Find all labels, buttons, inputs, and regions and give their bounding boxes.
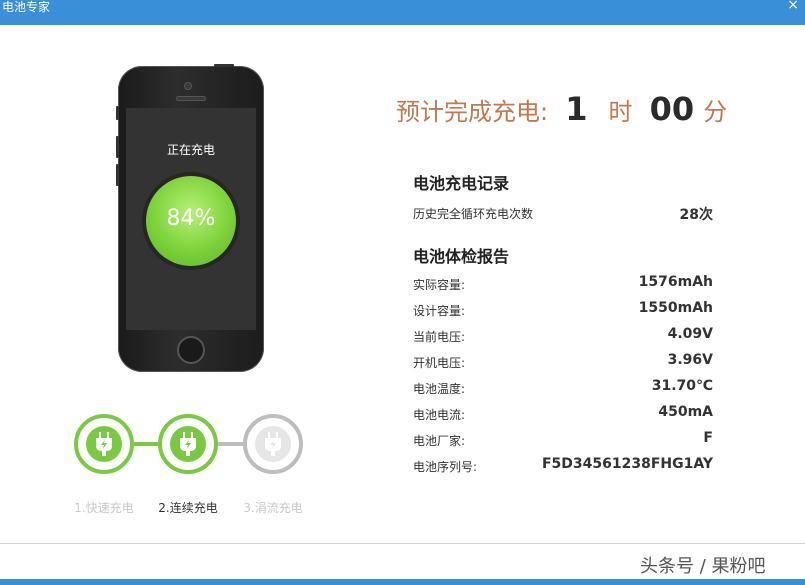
step-continuous-charge bbox=[158, 414, 218, 474]
battery-serial-label: 电池序列号: bbox=[413, 460, 478, 474]
battery-manufacturer-value: F bbox=[703, 430, 713, 446]
charge-percent: 84% bbox=[166, 206, 216, 231]
charge-level-circle: 84% bbox=[146, 176, 236, 266]
eta-hours: 1 bbox=[565, 90, 588, 128]
battery-temperature-label: 电池温度: bbox=[413, 382, 466, 396]
volume-up-button bbox=[116, 136, 119, 158]
actual-capacity-label: 实际容量: bbox=[413, 278, 466, 292]
eta-label: 预计完成充电: bbox=[396, 98, 549, 126]
current-voltage-value: 4.09V bbox=[667, 326, 713, 342]
window-title: 电池专家 bbox=[2, 0, 51, 14]
step-label-fast: 1.快速充电 bbox=[74, 501, 134, 515]
step-trickle-charge-inner bbox=[255, 426, 291, 462]
power-button bbox=[214, 64, 234, 67]
phone-screen: 正在充电 84% bbox=[126, 108, 256, 330]
battery-serial-value: F5D34561238FHG1AY bbox=[541, 456, 713, 472]
health-report-title: 电池体检报告 bbox=[413, 247, 510, 266]
charge-record-title: 电池充电记录 bbox=[413, 174, 510, 193]
battery-temperature-value: 31.70℃ bbox=[651, 378, 713, 394]
volume-down-button bbox=[116, 164, 119, 186]
mute-switch bbox=[116, 106, 119, 120]
step-fast-charge-inner bbox=[86, 426, 122, 462]
title-bar: 电池专家 × bbox=[0, 0, 805, 25]
boot-voltage-value: 3.96V bbox=[667, 352, 713, 368]
plug-lightning-icon bbox=[96, 432, 112, 456]
boot-voltage-label: 开机电压: bbox=[413, 356, 466, 370]
current-voltage-label: 当前电压: bbox=[413, 330, 466, 344]
battery-current-value: 450mA bbox=[658, 404, 713, 420]
design-capacity-label: 设计容量: bbox=[413, 304, 466, 318]
step-fast-charge bbox=[74, 414, 134, 474]
step-label-continuous: 2.连续充电 bbox=[158, 501, 218, 515]
step-trickle-charge bbox=[243, 414, 303, 474]
step-continuous-charge-inner bbox=[170, 426, 206, 462]
phone-illustration: 正在充电 84% bbox=[116, 64, 264, 372]
step-label-trickle: 3.涓流充电 bbox=[243, 501, 303, 515]
eta-display: 预计完成充电: 1 时 00 分 bbox=[396, 90, 727, 134]
footer-divider bbox=[0, 543, 805, 544]
home-button bbox=[177, 336, 205, 364]
close-icon[interactable]: × bbox=[787, 0, 799, 13]
eta-minute-unit: 分 bbox=[703, 98, 728, 126]
cycle-count-value: 28次 bbox=[679, 207, 713, 223]
actual-capacity-value: 1576mAh bbox=[638, 274, 713, 290]
battery-manufacturer-label: 电池厂家: bbox=[413, 434, 466, 448]
eta-hour-unit: 时 bbox=[608, 98, 633, 126]
watermark-text: 头条号 / 果粉吧 bbox=[640, 556, 766, 577]
footer-bar bbox=[0, 579, 805, 585]
eta-minutes: 00 bbox=[649, 90, 695, 128]
camera-icon bbox=[184, 82, 192, 90]
plug-lightning-icon bbox=[265, 432, 281, 456]
plug-lightning-icon bbox=[180, 432, 196, 456]
battery-current-label: 电池电流: bbox=[413, 408, 466, 422]
design-capacity-value: 1550mAh bbox=[638, 300, 713, 316]
speaker-grille bbox=[176, 96, 206, 101]
charge-ring: 84% bbox=[142, 172, 240, 270]
cycle-count-label: 历史完全循环充电次数 bbox=[413, 207, 534, 221]
charging-status-text: 正在充电 bbox=[166, 143, 215, 157]
